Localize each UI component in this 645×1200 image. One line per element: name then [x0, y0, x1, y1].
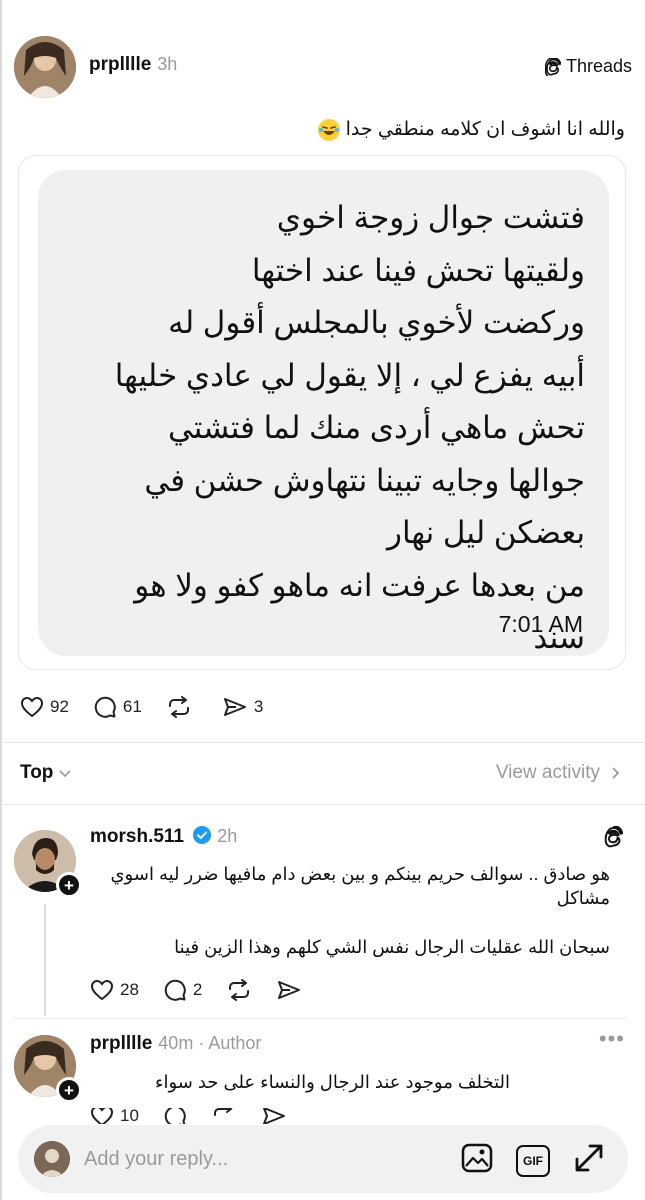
- divider: [14, 1018, 626, 1019]
- threads-brand[interactable]: Threads: [544, 56, 632, 77]
- composer-tools: GIF: [460, 1141, 606, 1180]
- post-header: prplllle 3h Threads: [14, 36, 632, 98]
- comment-count: 2: [192, 980, 203, 999]
- send-icon: [278, 981, 301, 999]
- follow-plus-button[interactable]: +: [56, 872, 82, 898]
- reply-author[interactable]: morsh.511 2h: [90, 826, 237, 848]
- message-line: من بعدها عرفت انه ماهو كفو ولا هو: [134, 567, 585, 603]
- send-icon: [262, 1108, 285, 1124]
- share-button[interactable]: 3: [222, 696, 263, 718]
- current-user-avatar: [34, 1141, 70, 1177]
- reply-text: هو صادق .. سوالف حريم بينكم و بين بعض دا…: [110, 864, 610, 908]
- chevron-down-icon: [59, 770, 71, 778]
- reply-input[interactable]: [84, 1143, 424, 1175]
- repost-icon: [213, 1108, 233, 1116]
- heart-icon: [90, 979, 114, 1001]
- like-button[interactable]: 92: [20, 696, 69, 718]
- like-button[interactable]: 28: [90, 979, 139, 1001]
- reply-text: التخلف موجود عند الرجال والنساء على حد س…: [155, 1072, 510, 1092]
- message-line: فتشت جوال زوجة اخوي: [276, 200, 585, 235]
- author-avatar[interactable]: [14, 36, 76, 98]
- reply-time: 2h: [217, 826, 238, 846]
- chevron-right-icon: [612, 767, 620, 779]
- comment-bubble-icon: [164, 1108, 186, 1124]
- message-line: تحش ماهي أردى منك لما فتشتي: [167, 410, 585, 445]
- comment-bubble-icon: [94, 696, 116, 718]
- more-options-button[interactable]: •••: [599, 1026, 625, 1052]
- message-line: أبيه يفزع لي ، إلا يقول لي عادي خليها: [114, 357, 585, 393]
- gif-button[interactable]: GIF: [516, 1144, 550, 1177]
- frame-border: [0, 0, 2, 1200]
- thread-connector-line: [44, 904, 46, 1016]
- post-time: 3h: [157, 54, 178, 74]
- laughing-emoji-icon: [318, 118, 341, 141]
- share-button[interactable]: [276, 979, 302, 1001]
- share-button[interactable]: [261, 1108, 287, 1124]
- like-count: 92: [50, 697, 69, 716]
- message-line: ولقيتها تحش فينا عند اختها: [251, 252, 585, 288]
- message-time: 7:01 AM: [498, 611, 583, 637]
- reply-author[interactable]: prplllle 40m · Author: [90, 1033, 261, 1055]
- reply-author-name[interactable]: morsh.511: [90, 826, 184, 847]
- reply-composer: GIF: [18, 1125, 628, 1193]
- sort-dropdown[interactable]: Top: [20, 762, 73, 784]
- message-bubble: فتشت جوال زوجة اخوي ولقيتها تحش فينا عند…: [38, 170, 609, 656]
- reply-time: 40m: [158, 1033, 194, 1053]
- threads-logo-icon: [544, 57, 561, 76]
- send-icon: [223, 698, 246, 716]
- threads-logo-icon[interactable]: [603, 825, 624, 853]
- reply-actions: 28 2: [90, 978, 326, 1002]
- post-caption: والله انا اشوف ان كلامه منطقي جدا: [20, 118, 625, 141]
- heart-icon: [20, 696, 44, 718]
- message-text: فتشت جوال زوجة اخوي ولقيتها تحش فينا عند…: [55, 192, 585, 665]
- expand-icon[interactable]: [572, 1141, 606, 1180]
- like-button[interactable]: 10: [90, 1108, 139, 1124]
- reply-actions: 10: [90, 1108, 311, 1124]
- divider: [0, 742, 645, 743]
- repost-button[interactable]: [211, 1108, 237, 1124]
- like-count: 10: [120, 1108, 139, 1124]
- reply-avatar-wrap: +: [14, 830, 82, 898]
- share-count: 3: [253, 697, 264, 716]
- verified-badge-icon: [193, 826, 212, 844]
- embedded-screenshot[interactable]: فتشت جوال زوجة اخوي ولقيتها تحش فينا عند…: [18, 155, 626, 670]
- threads-brand-label: Threads: [565, 56, 632, 76]
- repost-button[interactable]: [166, 696, 198, 718]
- author-separator: ·: [193, 1033, 209, 1053]
- reply-author-name[interactable]: prplllle: [90, 1033, 152, 1054]
- message-line: وركضت لأخوي بالمجلس أقول له: [168, 305, 585, 340]
- follow-plus-button[interactable]: +: [56, 1077, 82, 1103]
- view-activity-label: View activity: [495, 762, 600, 783]
- sort-bar: Top View activity: [20, 762, 620, 788]
- image-icon[interactable]: [460, 1142, 494, 1179]
- post-caption-text: والله انا اشوف ان كلامه منطقي جدا: [345, 119, 625, 140]
- repost-icon: [229, 979, 250, 1001]
- author-tag: Author: [208, 1033, 262, 1053]
- heart-icon: [90, 1108, 114, 1124]
- divider: [0, 804, 645, 805]
- sort-label: Top: [20, 762, 54, 783]
- comment-button[interactable]: 2: [163, 978, 202, 1002]
- reply-avatar-wrap: +: [14, 1035, 82, 1103]
- comment-button[interactable]: 61: [93, 695, 142, 719]
- comment-bubble-icon: [164, 979, 186, 1001]
- message-line: جوالها وجايه تبينا نتهاوش حشن في: [144, 462, 585, 498]
- repost-icon: [168, 696, 189, 718]
- repost-button[interactable]: [226, 979, 252, 1001]
- gif-label: GIF: [523, 1153, 543, 1168]
- post-author-name[interactable]: prplllle: [89, 54, 151, 75]
- view-activity-link[interactable]: View activity: [496, 762, 620, 784]
- comment-count: 61: [122, 697, 142, 716]
- post-actions: 92 61 3: [20, 695, 287, 719]
- comment-button[interactable]: [163, 1108, 187, 1124]
- like-count: 28: [120, 980, 139, 999]
- reply-text: سبحان الله عقليات الرجال نفس الشي كلهم و…: [174, 937, 610, 957]
- post-author[interactable]: prplllle 3h: [89, 54, 177, 76]
- message-line: بعضكن ليل نهار: [386, 515, 585, 550]
